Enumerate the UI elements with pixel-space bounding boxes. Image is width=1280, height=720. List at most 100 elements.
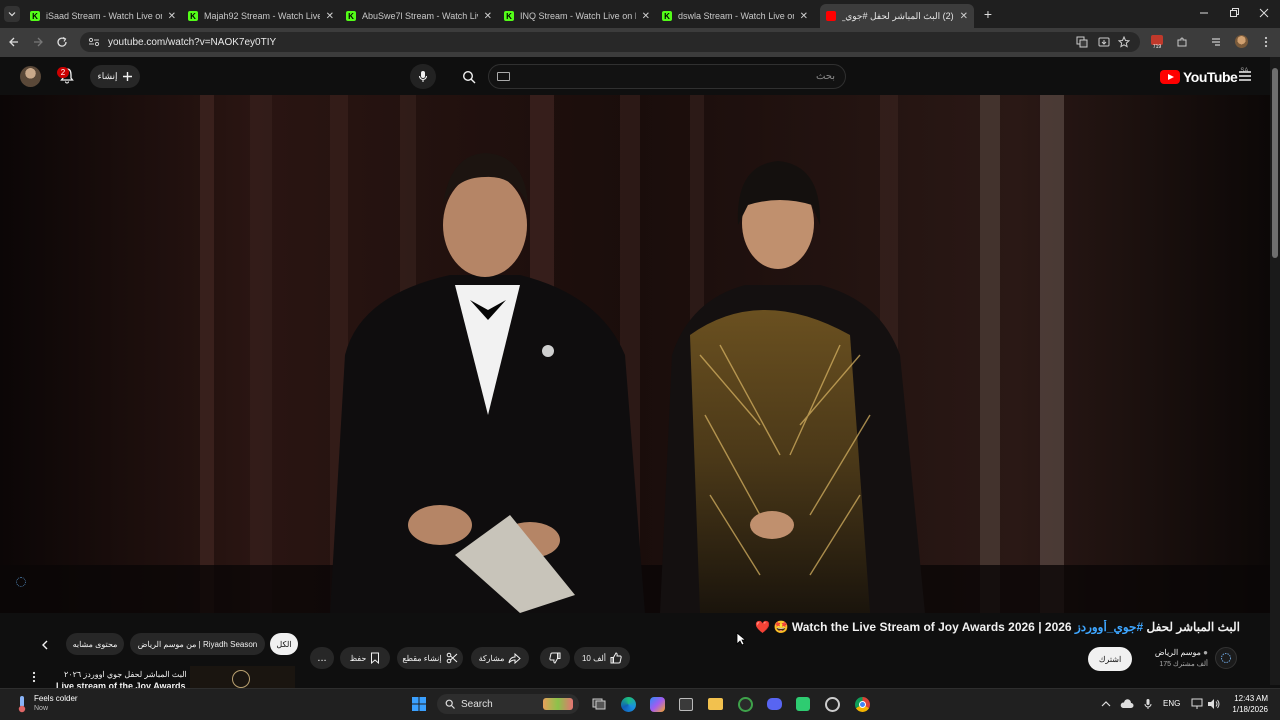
tab-close-icon[interactable]: ✕ [800, 11, 808, 22]
youtube-wordmark: YouTube [1183, 69, 1238, 85]
tab-close-icon[interactable]: ✕ [642, 11, 650, 22]
tab-close-icon[interactable]: ✕ [960, 11, 968, 22]
recommended-thumbnail[interactable] [190, 666, 295, 690]
recommended-title-arabic[interactable]: البث المباشر لحفل جوي اووردز ٢٠٢٦ [64, 670, 187, 679]
show-hidden-icons-button[interactable] [1096, 694, 1116, 714]
search-button[interactable] [452, 64, 486, 89]
mic-tray-button[interactable] [1138, 694, 1158, 714]
extension-button[interactable]: 719 [1150, 34, 1164, 50]
more-actions-button[interactable]: ... [310, 647, 334, 669]
green-app-icon [796, 697, 810, 711]
task-view-button[interactable] [589, 694, 609, 714]
input-language[interactable]: ENG [1163, 699, 1180, 708]
translate-button[interactable] [1074, 34, 1090, 50]
bookmark-star-button[interactable] [1116, 34, 1132, 50]
verified-badge-icon: ● [1203, 648, 1208, 657]
save-button[interactable]: حفظ [340, 647, 390, 669]
clip-button[interactable]: إنشاء مقطع [397, 647, 463, 669]
browser-tab[interactable]: (2) البث المباشر لحفل #جوي_أووردز ✕ [820, 4, 974, 28]
taskbar-xbox[interactable] [735, 694, 755, 714]
clock-date[interactable]: 1/18/2026 [1224, 705, 1268, 714]
video-player[interactable] [0, 95, 1270, 613]
chip-related[interactable]: محتوى مشابه [66, 633, 124, 655]
chip-related-label: محتوى مشابه [72, 639, 118, 649]
microphone-icon [418, 71, 428, 82]
youtube-logo[interactable]: YouTube SA [1160, 68, 1248, 86]
mouse-cursor-icon [736, 632, 746, 646]
like-button[interactable]: 10 ألف [574, 647, 630, 669]
weather-widget[interactable] [12, 694, 32, 714]
taskbar-copilot[interactable] [647, 694, 667, 714]
search-placeholder: بحث [815, 71, 835, 82]
thermometer-icon [18, 696, 26, 713]
recommended-more-button[interactable] [32, 670, 40, 684]
plus-icon [122, 72, 132, 81]
browser-tab[interactable]: K AbuSwe7l Stream - Watch Live on Kick ✕ [340, 4, 498, 28]
taskbar-store[interactable] [676, 694, 696, 714]
chip-from-channel[interactable]: من موسم الرياض | Riyadh Season [130, 633, 265, 655]
minimize-button[interactable] [1196, 5, 1212, 21]
open-in-app-button[interactable] [1096, 34, 1112, 50]
weather-label: Feels colder [34, 694, 78, 703]
channel-name[interactable]: موسم الرياض ● [1140, 648, 1208, 657]
tab-search-button[interactable] [4, 6, 20, 22]
site-info-icon [88, 37, 100, 47]
taskbar-explorer[interactable] [705, 694, 725, 714]
chevron-up-icon [1101, 701, 1111, 707]
address-bar[interactable]: youtube.com/watch?v=NAOK7ey0TIY [80, 32, 1140, 52]
riyadh-season-logo-icon [1221, 653, 1231, 663]
back-button[interactable] [6, 34, 22, 50]
taskbar-discord[interactable] [764, 694, 784, 714]
keyboard-icon[interactable] [497, 72, 510, 81]
clock-time[interactable]: 12:43 AM [1224, 694, 1268, 703]
voice-search-button[interactable] [410, 64, 436, 89]
dislike-button[interactable] [540, 647, 570, 669]
browser-tab[interactable]: K Majah92 Stream - Watch Live on Kick ✕ [182, 4, 340, 28]
browser-tab[interactable]: Kdswla Stream - Watch Live on Kick ✕ [656, 4, 814, 28]
create-label: إنشاء [97, 71, 118, 81]
taskbar-edge[interactable] [618, 694, 638, 714]
account-avatar[interactable] [20, 66, 41, 87]
close-window-button[interactable] [1256, 5, 1272, 21]
browser-tab[interactable]: KiSaad Stream - Watch Live on Kick ✕ [24, 4, 182, 28]
kebab-menu-icon [32, 671, 36, 683]
volume-button[interactable] [1204, 694, 1224, 714]
reload-button[interactable] [54, 34, 70, 50]
monitor-network-icon [1191, 698, 1203, 709]
channel-avatar[interactable] [1215, 647, 1237, 669]
tab-close-icon[interactable]: ✕ [326, 11, 334, 22]
chips-scroll-left-button[interactable] [36, 636, 54, 654]
taskbar-chrome[interactable] [852, 694, 872, 714]
tab-close-icon[interactable]: ✕ [484, 11, 492, 22]
new-tab-button[interactable]: + [980, 6, 996, 22]
taskbar-obs[interactable] [822, 694, 842, 714]
arrow-right-icon [34, 37, 43, 47]
search-input[interactable]: بحث [488, 64, 846, 89]
browser-menu-button[interactable] [1258, 34, 1274, 50]
hamburger-menu-icon[interactable] [1238, 69, 1252, 83]
install-app-icon [1098, 37, 1110, 47]
list-icon [1212, 38, 1220, 46]
taskbar-app-green[interactable] [793, 694, 813, 714]
onedrive-button[interactable] [1117, 694, 1137, 714]
tab-close-icon[interactable]: ✕ [168, 11, 176, 22]
taskbar-search[interactable]: Search [437, 694, 579, 714]
scrollbar-thumb[interactable] [1272, 68, 1278, 258]
reload-icon [57, 36, 67, 47]
chevron-down-icon [8, 12, 16, 17]
url-text: youtube.com/watch?v=NAOK7ey0TIY [108, 36, 277, 48]
kebab-menu-icon [1264, 36, 1268, 48]
forward-button[interactable] [30, 34, 46, 50]
chip-all[interactable]: الكل [270, 633, 298, 655]
subscribe-button[interactable]: اشترك [1088, 647, 1132, 671]
maximize-button[interactable] [1226, 5, 1242, 21]
create-button[interactable]: إنشاء [90, 65, 140, 88]
share-button[interactable]: مشاركة [471, 647, 529, 669]
start-button[interactable] [409, 694, 429, 714]
folder-icon [707, 698, 723, 710]
video-title-hashtag[interactable]: #جوي_أووردز [1075, 620, 1143, 634]
tab-list-button[interactable] [1208, 34, 1224, 50]
profile-avatar[interactable] [1235, 35, 1248, 48]
extensions-button[interactable] [1174, 34, 1190, 50]
browser-tab[interactable]: K INQ Stream - Watch Live on Kick ✕ [498, 4, 656, 28]
